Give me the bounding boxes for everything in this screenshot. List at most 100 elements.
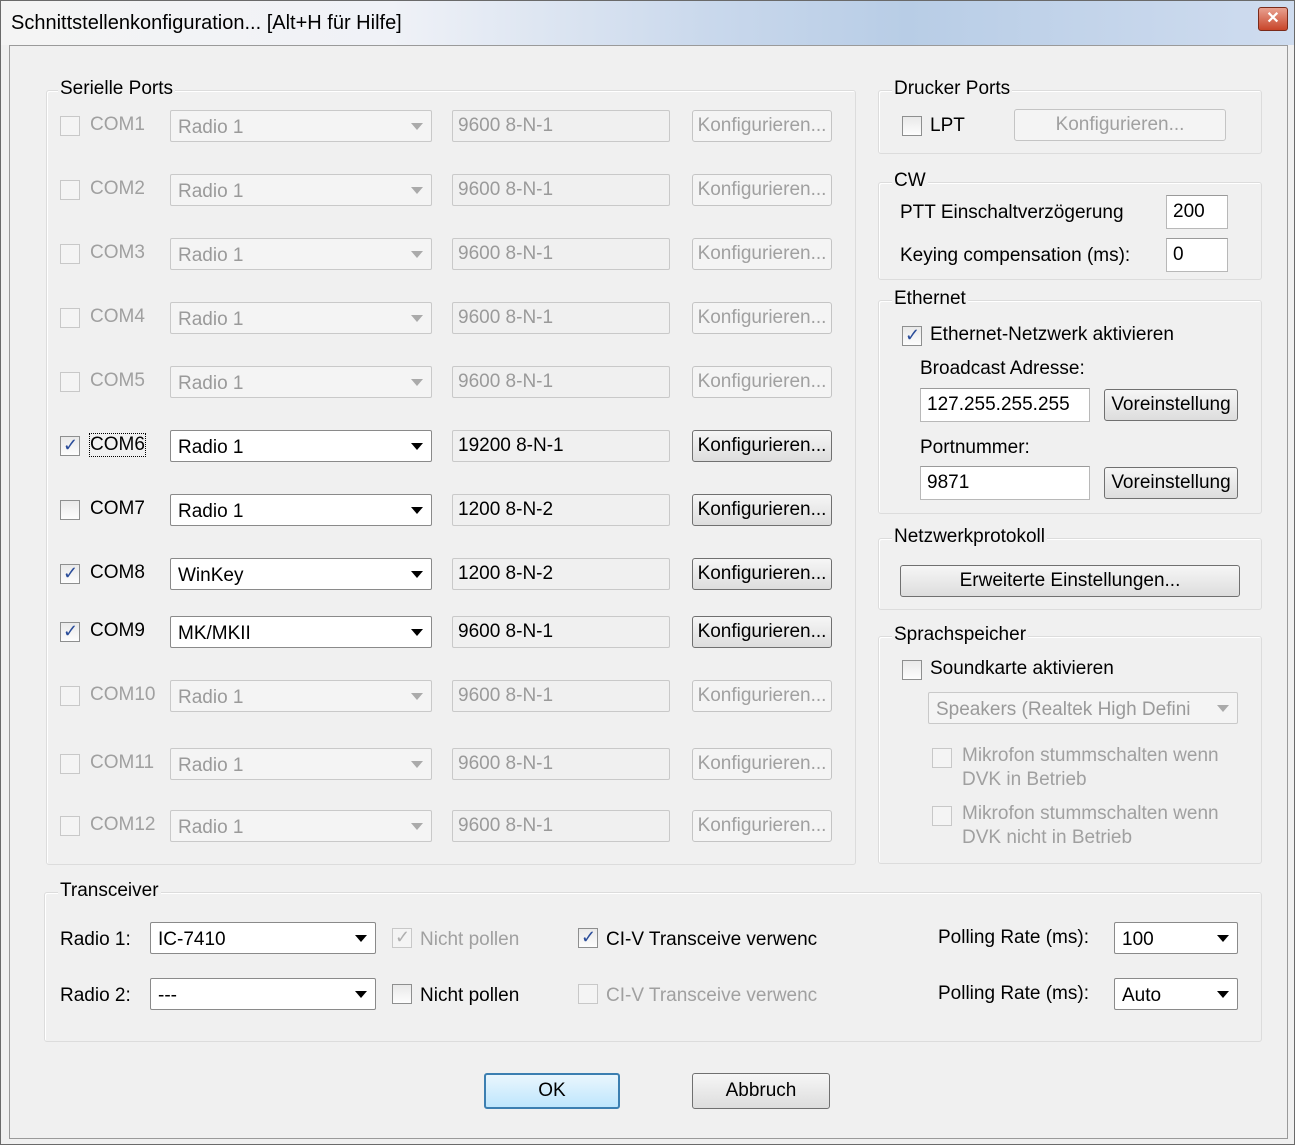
- com-settings-field: 9600 8-N-1: [452, 616, 670, 648]
- com-port-label: COM5: [90, 370, 145, 391]
- com-check-mark: ✓: [63, 621, 79, 641]
- com-radio-select[interactable]: Radio 1: [170, 238, 432, 270]
- chevron-down-icon: [1217, 705, 1229, 712]
- com-configure-button[interactable]: Konfigurieren...: [692, 810, 832, 842]
- com-configure-button[interactable]: Konfigurieren...: [692, 302, 832, 334]
- com-configure-button[interactable]: Konfigurieren...: [692, 558, 832, 590]
- com-radio-value: Radio 1: [178, 501, 244, 522]
- lpt-checkbox[interactable]: [902, 116, 922, 136]
- com-radio-select[interactable]: Radio 1: [170, 680, 432, 712]
- ok-button[interactable]: OK: [484, 1073, 620, 1109]
- printer-ports-group-label: Drucker Ports: [892, 78, 1013, 100]
- com-check-mark: ✓: [63, 563, 79, 583]
- com-configure-button[interactable]: Konfigurieren...: [692, 748, 832, 780]
- com-checkbox[interactable]: [60, 500, 80, 520]
- com-configure-button[interactable]: Konfigurieren...: [692, 174, 832, 206]
- transceiver-group: [44, 892, 1262, 1042]
- radio1-no-poll-checkbox[interactable]: ✓: [392, 927, 412, 948]
- com-radio-select[interactable]: Radio 1: [170, 748, 432, 780]
- com-radio-select[interactable]: Radio 1: [170, 302, 432, 334]
- com-configure-button[interactable]: Konfigurieren...: [692, 366, 832, 398]
- com-radio-select[interactable]: Radio 1: [170, 366, 432, 398]
- com-settings-value: 9600 8-N-1: [458, 243, 554, 264]
- com-radio-value: Radio 1: [178, 817, 244, 838]
- com-checkbox[interactable]: ✓: [60, 563, 80, 584]
- com-radio-select[interactable]: Radio 1: [170, 810, 432, 842]
- broadcast-default-button[interactable]: Voreinstellung: [1104, 389, 1238, 421]
- com-checkbox[interactable]: ✓: [60, 435, 80, 456]
- com-settings-field: 9600 8-N-1: [452, 174, 670, 206]
- radio2-civ-checkbox[interactable]: [578, 984, 598, 1004]
- com-settings-value: 9600 8-N-1: [458, 179, 554, 200]
- com-checkbox[interactable]: [60, 754, 80, 774]
- com-settings-value: 9600 8-N-1: [458, 753, 554, 774]
- com-port-label: COM7: [90, 498, 145, 519]
- com-settings-field: 9600 8-N-1: [452, 748, 670, 780]
- com-settings-value: 9600 8-N-1: [458, 307, 554, 328]
- com-configure-button[interactable]: Konfigurieren...: [692, 494, 832, 526]
- advanced-settings-button[interactable]: Erweiterte Einstellungen...: [900, 565, 1240, 597]
- com-settings-field: 1200 8-N-2: [452, 494, 670, 526]
- com-checkbox[interactable]: ✓: [60, 621, 80, 642]
- sound-device-value: Speakers (Realtek High Defini: [936, 699, 1191, 720]
- com-radio-select[interactable]: Radio 1: [170, 110, 432, 142]
- title-bar[interactable]: Schnittstellenkonfiguration... [Alt+H fü…: [1, 1, 1294, 45]
- com-radio-value: Radio 1: [178, 755, 244, 776]
- port-number-input[interactable]: 9871: [920, 466, 1090, 500]
- com-settings-value: 9600 8-N-1: [458, 115, 554, 136]
- soundcard-enable-checkbox[interactable]: [902, 660, 922, 680]
- keying-compensation-input[interactable]: 0: [1166, 238, 1228, 272]
- com-radio-select[interactable]: Radio 1: [170, 430, 432, 462]
- com-radio-select[interactable]: Radio 1: [170, 494, 432, 526]
- radio2-polling-rate-select[interactable]: Auto: [1114, 978, 1238, 1010]
- close-button[interactable]: ✕: [1258, 7, 1288, 31]
- com-configure-button[interactable]: Konfigurieren...: [692, 616, 832, 648]
- cancel-button[interactable]: Abbruch: [692, 1073, 830, 1109]
- com-radio-select[interactable]: MK/MKII: [170, 616, 432, 648]
- dialog-window: Schnittstellenkonfiguration... [Alt+H fü…: [0, 0, 1295, 1145]
- com-checkbox[interactable]: [60, 372, 80, 392]
- com-settings-field: 9600 8-N-1: [452, 680, 670, 712]
- radio2-no-poll-checkbox[interactable]: [392, 984, 412, 1004]
- com-configure-button[interactable]: Konfigurieren...: [692, 110, 832, 142]
- radio1-polling-rate-select[interactable]: 100: [1114, 922, 1238, 954]
- radio1-select[interactable]: IC-7410: [150, 922, 376, 954]
- com-checkbox[interactable]: [60, 308, 80, 328]
- com-checkbox[interactable]: [60, 116, 80, 136]
- sound-device-select[interactable]: Speakers (Realtek High Defini: [928, 692, 1238, 724]
- com-settings-field: 9600 8-N-1: [452, 302, 670, 334]
- broadcast-address-input[interactable]: 127.255.255.255: [920, 388, 1090, 422]
- com-checkbox[interactable]: [60, 686, 80, 706]
- voice-memory-group-label: Sprachspeicher: [892, 624, 1029, 646]
- com-settings-value: 9600 8-N-1: [458, 815, 554, 836]
- com-configure-button[interactable]: Konfigurieren...: [692, 680, 832, 712]
- ptt-delay-value: 200: [1173, 201, 1205, 222]
- radio1-no-poll-check-mark: ✓: [395, 927, 411, 947]
- radio1-civ-checkbox[interactable]: ✓: [578, 927, 598, 948]
- com-port-label: COM3: [90, 242, 145, 263]
- com-settings-field: 19200 8-N-1: [452, 430, 670, 462]
- radio2-select[interactable]: ---: [150, 978, 376, 1010]
- lpt-configure-button[interactable]: Konfigurieren...: [1014, 109, 1226, 141]
- com-radio-select[interactable]: Radio 1: [170, 174, 432, 206]
- port-default-button[interactable]: Voreinstellung: [1104, 467, 1238, 499]
- com-radio-select[interactable]: WinKey: [170, 558, 432, 590]
- mute-dvk-active-checkbox[interactable]: [932, 748, 952, 768]
- ethernet-enable-checkbox[interactable]: ✓: [902, 325, 922, 346]
- com-port-label: COM2: [90, 178, 145, 199]
- soundcard-enable-label: Soundkarte aktivieren: [930, 658, 1114, 679]
- com-configure-button[interactable]: Konfigurieren...: [692, 238, 832, 270]
- com-checkbox[interactable]: [60, 180, 80, 200]
- com-checkbox[interactable]: [60, 244, 80, 264]
- com-checkbox[interactable]: [60, 816, 80, 836]
- com-configure-button[interactable]: Konfigurieren...: [692, 430, 832, 462]
- keying-compensation-value: 0: [1173, 244, 1184, 265]
- window-title: Schnittstellenkonfiguration... [Alt+H fü…: [11, 12, 402, 34]
- keying-compensation-label: Keying compensation (ms):: [900, 245, 1131, 266]
- ptt-delay-input[interactable]: 200: [1166, 195, 1228, 229]
- com-settings-field: 9600 8-N-1: [452, 238, 670, 270]
- com-settings-value: 9600 8-N-1: [458, 621, 554, 642]
- radio2-value: ---: [158, 985, 177, 1006]
- com-settings-field: 9600 8-N-1: [452, 810, 670, 842]
- mute-dvk-inactive-checkbox[interactable]: [932, 806, 952, 826]
